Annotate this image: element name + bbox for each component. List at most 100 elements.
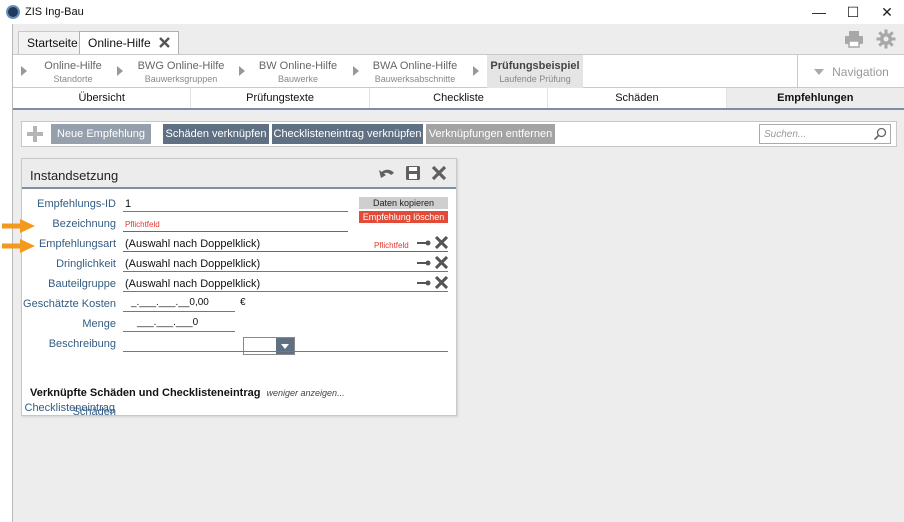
breadcrumb-arrow-icon bbox=[473, 66, 479, 76]
breadcrumb-title: Online-Hilfe bbox=[44, 59, 102, 72]
document-tabs: Startseite Online-Hilfe bbox=[13, 24, 904, 54]
menge-underline bbox=[123, 331, 235, 332]
clear-icon[interactable] bbox=[435, 276, 448, 289]
undo-icon[interactable] bbox=[378, 164, 396, 182]
breadcrumb-arrow-icon bbox=[239, 66, 245, 76]
breadcrumb-arrow-icon bbox=[353, 66, 359, 76]
id-label: Empfehlungs-ID bbox=[37, 198, 116, 210]
bezeichnung-label: Bezeichnung bbox=[52, 218, 116, 230]
dringlichkeit-value[interactable]: (Auswahl nach Doppelklick) bbox=[125, 258, 260, 270]
remove-links-button[interactable]: Verknüpfungen entfernen bbox=[426, 124, 555, 144]
breadcrumb-item-current[interactable]: Prüfungsbeispiel Laufende Prüfung bbox=[487, 55, 583, 88]
recommendation-panel: Instandsetzung Empfehlungs-ID 1 Daten ko… bbox=[21, 158, 457, 418]
kosten-underline bbox=[123, 311, 235, 312]
dringlichkeit-row-icons bbox=[417, 256, 448, 269]
tab-schaeden[interactable]: Schäden bbox=[548, 88, 727, 108]
id-underline bbox=[123, 211, 348, 212]
save-icon[interactable] bbox=[404, 164, 422, 182]
gear-icon[interactable] bbox=[875, 28, 897, 50]
tab-empfehlungen[interactable]: Empfehlungen bbox=[726, 88, 904, 108]
breadcrumb-title: BW Online-Hilfe bbox=[258, 59, 338, 72]
bauteilgruppe-underline bbox=[123, 291, 448, 292]
tab-online-hilfe[interactable]: Online-Hilfe bbox=[79, 31, 179, 54]
art-required-hint: Pflichtfeld bbox=[374, 241, 409, 250]
id-value: 1 bbox=[125, 198, 132, 210]
dringlichkeit-label: Dringlichkeit bbox=[56, 258, 116, 270]
toolbar: Neue Empfehlung Schäden verknüpfen Check… bbox=[21, 121, 897, 147]
chevron-down-icon bbox=[814, 68, 825, 75]
copy-data-button[interactable]: Daten kopieren bbox=[359, 197, 448, 209]
breadcrumb-arrow-icon bbox=[21, 66, 27, 76]
bauteilgruppe-label: Bauteilgruppe bbox=[48, 278, 116, 290]
tab-checkliste[interactable]: Checkliste bbox=[370, 88, 549, 108]
menge-unit-select[interactable] bbox=[243, 337, 295, 355]
beschreibung-label: Beschreibung bbox=[48, 338, 116, 350]
breadcrumb-item-bauwerke[interactable]: BW Online-Hilfe Bauwerke bbox=[255, 55, 341, 88]
breadcrumb-title: BWA Online-Hilfe bbox=[372, 59, 458, 72]
title-bar: ZIS Ing-Bau — ☐ ✕ bbox=[0, 0, 904, 24]
search-icon[interactable] bbox=[873, 127, 887, 141]
clear-icon[interactable] bbox=[435, 236, 448, 249]
search-box[interactable] bbox=[759, 124, 891, 144]
link-checklist-button[interactable]: Checklisteneintrag verknüpfen bbox=[272, 124, 423, 144]
maximize-button[interactable]: ☐ bbox=[836, 0, 870, 24]
art-underline bbox=[123, 251, 448, 252]
close-tab-icon[interactable] bbox=[158, 35, 170, 51]
linked-section-title: Verknüpfte Schäden und Checklisteneintra… bbox=[30, 387, 345, 399]
minimize-button[interactable]: — bbox=[802, 0, 836, 24]
close-window-button[interactable]: ✕ bbox=[870, 0, 904, 24]
printer-icon[interactable] bbox=[843, 28, 865, 50]
navigation-button[interactable]: Navigation bbox=[797, 55, 904, 88]
close-icon[interactable] bbox=[430, 164, 448, 182]
art-label: Empfehlungsart bbox=[38, 238, 116, 250]
link-icon[interactable] bbox=[417, 280, 431, 286]
tab-pruefungstexte[interactable]: Prüfungstexte bbox=[191, 88, 370, 108]
kosten-value[interactable]: _.___.___.__0,00 bbox=[131, 297, 209, 308]
art-value[interactable]: (Auswahl nach Doppelklick) bbox=[125, 238, 260, 250]
pointer-arrow-icon bbox=[2, 219, 35, 233]
beschreibung-input[interactable] bbox=[123, 351, 448, 352]
bauteilgruppe-value[interactable]: (Auswahl nach Doppelklick) bbox=[125, 278, 260, 290]
panel-header-icons bbox=[378, 164, 448, 182]
linked-checklist-label[interactable]: Checklisteneintrag bbox=[21, 402, 116, 414]
new-recommendation-button[interactable]: Neue Empfehlung bbox=[51, 124, 151, 144]
clear-icon[interactable] bbox=[435, 256, 448, 269]
bauteilgruppe-row-icons bbox=[417, 276, 448, 289]
bezeichnung-required-hint: Pflichtfeld bbox=[125, 220, 160, 229]
panel-header: Instandsetzung bbox=[22, 159, 456, 189]
add-icon[interactable] bbox=[22, 122, 48, 146]
breadcrumb-subtitle: Bauwerke bbox=[277, 73, 319, 84]
menge-value[interactable]: ___.___.___0 bbox=[137, 317, 198, 328]
tab-uebersicht[interactable]: Übersicht bbox=[13, 88, 192, 108]
link-icon[interactable] bbox=[417, 260, 431, 266]
breadcrumb-item-bauwerksgruppen[interactable]: BWG Online-Hilfe Bauwerksgruppen bbox=[133, 55, 229, 88]
tab-label: Online-Hilfe bbox=[88, 36, 151, 50]
window-controls: — ☐ ✕ bbox=[802, 0, 904, 24]
show-less-link[interactable]: weniger anzeigen... bbox=[267, 388, 345, 398]
bezeichnung-input[interactable] bbox=[123, 231, 348, 232]
app-title: ZIS Ing-Bau bbox=[25, 6, 84, 18]
breadcrumb-item-standorte[interactable]: Online-Hilfe Standorte bbox=[43, 55, 103, 88]
breadcrumb-item-bauwerksabschnitte[interactable]: BWA Online-Hilfe Bauwerksabschnitte bbox=[369, 55, 461, 88]
pointer-arrow-icon bbox=[2, 239, 35, 253]
panel-title: Instandsetzung bbox=[30, 168, 119, 183]
kosten-unit: € bbox=[240, 297, 246, 308]
link-damage-button[interactable]: Schäden verknüpfen bbox=[163, 124, 269, 144]
search-input[interactable] bbox=[760, 125, 870, 143]
menge-label: Menge bbox=[82, 318, 116, 330]
link-icon[interactable] bbox=[417, 240, 431, 246]
delete-recommendation-button[interactable]: Empfehlung löschen bbox=[359, 211, 448, 223]
breadcrumb-subtitle: Standorte bbox=[53, 73, 93, 84]
kosten-label: Geschätzte Kosten bbox=[23, 298, 116, 310]
main-frame: Startseite Online-Hilfe Online-Hilfe Sta… bbox=[12, 24, 904, 522]
breadcrumb-subtitle: Laufende Prüfung bbox=[499, 73, 571, 84]
navigation-label: Navigation bbox=[832, 64, 889, 79]
breadcrumb-arrow-icon bbox=[117, 66, 123, 76]
section-tabs: Übersicht Prüfungstexte Checkliste Schäd… bbox=[13, 88, 904, 110]
dringlichkeit-underline bbox=[123, 271, 448, 272]
tab-label: Startseite bbox=[27, 36, 78, 50]
breadcrumb-title: BWG Online-Hilfe bbox=[137, 59, 225, 72]
art-row-icons bbox=[417, 236, 448, 249]
tab-startseite[interactable]: Startseite bbox=[18, 31, 87, 54]
breadcrumb-title: Prüfungsbeispiel bbox=[490, 59, 580, 72]
